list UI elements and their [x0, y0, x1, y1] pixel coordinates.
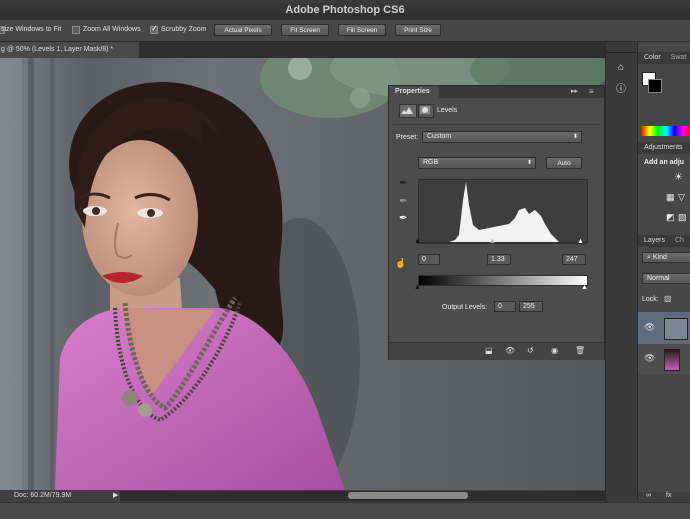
- history-icon[interactable]: ⌂: [612, 60, 630, 76]
- exposure-icon[interactable]: ▦: [666, 192, 675, 203]
- lock-label: Lock:: [642, 296, 659, 303]
- info-icon[interactable]: ⓘ: [612, 82, 630, 98]
- gray-eyedropper-icon[interactable]: ✒: [399, 196, 407, 207]
- adjustment-name: Levels: [437, 107, 458, 114]
- input-white-field[interactable]: 247: [562, 254, 586, 265]
- brightness-icon[interactable]: ☀: [674, 172, 683, 183]
- visibility-icon[interactable]: ◉: [551, 346, 558, 355]
- document-tab[interactable]: g @ 50% (Levels 1, Layer Mask/8) *: [0, 42, 139, 58]
- print-size-button[interactable]: Print Size: [395, 24, 441, 36]
- kind-filter-value: Kind: [652, 254, 667, 261]
- bottom-bar: [0, 502, 690, 519]
- auto-button[interactable]: Auto: [546, 157, 582, 169]
- blend-mode-value: Normal: [647, 275, 670, 282]
- output-black-field[interactable]: 0: [494, 301, 516, 312]
- histogram-graph: [449, 182, 559, 242]
- tab-swatches[interactable]: Swat: [663, 54, 687, 61]
- title-bar: Adobe Photoshop CS6: [0, 0, 690, 20]
- chevron-updown-icon: ⬍: [526, 160, 532, 166]
- output-levels-label: Output Levels:: [442, 304, 488, 311]
- preset-select[interactable]: Custom ⬍: [422, 131, 582, 143]
- output-white-field[interactable]: 255: [519, 301, 543, 312]
- layer-row-levels[interactable]: 👁: [638, 312, 690, 344]
- actual-pixels-button[interactable]: Actual Pixels: [214, 24, 272, 36]
- doc-size-status: Doc: 60.2M/79.9M: [14, 492, 72, 499]
- preset-value: Custom: [427, 133, 452, 140]
- input-gamma-handle[interactable]: ▲: [489, 238, 496, 245]
- channel-select[interactable]: RGB ⬍: [418, 157, 536, 169]
- collapse-icon[interactable]: ▸▸: [571, 87, 578, 95]
- output-gradient: [418, 275, 588, 286]
- properties-panel: Properties ▸▸ ≡ Levels Preset: Custom ⬍ R…: [388, 85, 605, 360]
- color-ramp[interactable]: [641, 126, 690, 136]
- resize-windows-label: size Windows to Fit: [1, 26, 62, 33]
- collapsed-panel-strip: ⌂ ⓘ: [605, 42, 636, 502]
- output-white-handle[interactable]: ▲: [581, 284, 588, 291]
- layer-row-background[interactable]: 👁: [638, 344, 690, 374]
- input-black-handle[interactable]: ▲: [414, 238, 421, 245]
- fill-screen-button[interactable]: Fill Screen: [338, 24, 386, 36]
- clip-to-layer-icon[interactable]: ⬓: [485, 346, 493, 355]
- trash-icon[interactable]: 🗑: [575, 346, 585, 355]
- invert-icon[interactable]: ▧: [678, 212, 687, 223]
- zoom-all-windows-label: Zoom All Windows: [83, 26, 141, 33]
- horizontal-scroll-thumb[interactable]: [348, 492, 468, 499]
- input-slider-track: [418, 243, 586, 244]
- mask-icon[interactable]: [418, 104, 434, 118]
- histogram-icon[interactable]: [399, 104, 417, 118]
- layer-visibility-icon[interactable]: 👁: [644, 322, 655, 333]
- histogram: [418, 179, 588, 243]
- input-white-handle[interactable]: ▲: [577, 238, 584, 245]
- properties-footer: ⬓ 👁 ↺ ◉ 🗑: [389, 342, 604, 360]
- blend-mode-select[interactable]: Normal: [642, 273, 690, 284]
- scrubby-zoom-label: Scrubby Zoom: [161, 26, 207, 33]
- layers-panel-tabs: Layers Ch: [638, 235, 690, 247]
- options-bar: size Windows to Fit Zoom All Windows Scr…: [0, 20, 690, 42]
- layer-visibility-icon[interactable]: 👁: [644, 353, 655, 364]
- reset-icon[interactable]: ↺: [527, 346, 534, 355]
- tab-color[interactable]: Color: [638, 54, 661, 61]
- layer-effects-icon[interactable]: fx: [666, 492, 671, 499]
- add-adjustment-text: Add an adju: [644, 159, 685, 166]
- tab-channels[interactable]: Ch: [667, 237, 684, 244]
- output-black-handle[interactable]: ▲: [414, 284, 421, 291]
- layer-kind-filter[interactable]: ⌕ Kind: [642, 252, 690, 263]
- scrubby-zoom-checkbox[interactable]: [150, 24, 158, 34]
- tab-layers[interactable]: Layers: [638, 237, 665, 244]
- color-panel-tabs: Color Swat: [638, 52, 690, 64]
- levels-adjustment-thumbnail: [664, 318, 688, 340]
- background-color-swatch[interactable]: [648, 79, 662, 93]
- white-eyedropper-icon[interactable]: ✒: [399, 213, 407, 224]
- photo-filter-icon[interactable]: ◩: [666, 212, 675, 223]
- channel-value: RGB: [423, 159, 439, 166]
- zoom-all-windows-checkbox[interactable]: [72, 26, 80, 34]
- panel-menu-icon[interactable]: ≡: [589, 87, 594, 96]
- input-gamma-field[interactable]: 1.33: [487, 254, 511, 265]
- status-menu-arrow-icon[interactable]: ▶: [113, 490, 118, 502]
- layers-footer: ∞ fx: [638, 492, 690, 502]
- photo-layer-thumbnail: [664, 349, 680, 371]
- link-layers-icon[interactable]: ∞: [646, 492, 651, 499]
- input-black-field[interactable]: 0: [418, 254, 440, 265]
- fit-screen-button[interactable]: Fit Screen: [281, 24, 329, 36]
- properties-tab[interactable]: Properties: [389, 86, 439, 98]
- app-title: Adobe Photoshop CS6: [285, 4, 405, 16]
- adjustments-tab: Adjustments: [638, 142, 690, 154]
- hand-target-icon[interactable]: ☝: [395, 258, 406, 269]
- black-eyedropper-icon[interactable]: ✒: [399, 178, 407, 189]
- view-previous-icon[interactable]: 👁: [505, 346, 515, 355]
- vibrance-icon[interactable]: ▽: [678, 192, 685, 203]
- preset-label: Preset:: [396, 134, 419, 141]
- right-panel-dock: Color Swat Adjustments Add an adju ☀ ▦ ▽…: [637, 42, 690, 502]
- tab-adjustments[interactable]: Adjustments: [638, 144, 683, 151]
- dock-grip: [606, 44, 636, 53]
- divider: [393, 124, 600, 125]
- chevron-updown-icon: ⬍: [572, 134, 578, 140]
- lock-transparent-icon[interactable]: ▨: [664, 294, 672, 303]
